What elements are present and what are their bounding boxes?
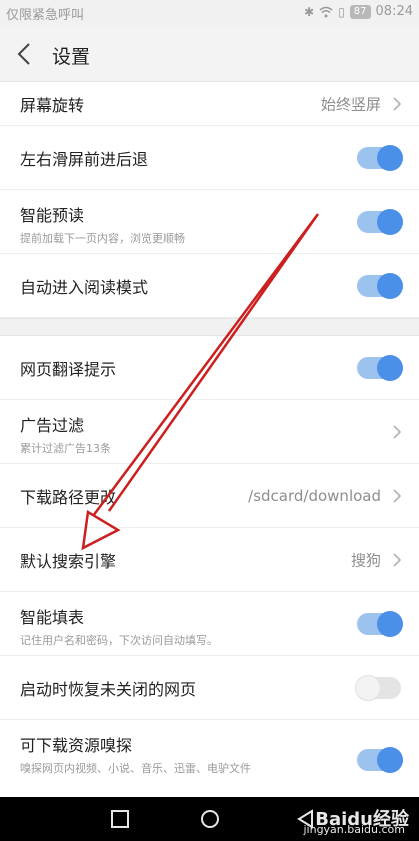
status-bar: 仅限紧急呼叫 ✱ ▯ 87 08:24 [0,0,419,26]
status-time: 08:24 [375,4,413,19]
setting-value: 始终竖屏 [320,95,381,113]
chevron-right-icon [393,96,402,111]
toggle-knob [377,144,403,171]
status-icons: ✱ ▯ 87 08:24 [304,4,413,19]
setting-subtitle: 嗅探网页内视频、小说、音乐、迅雷、电驴文件 [20,762,251,775]
back-button[interactable] [10,39,40,69]
setting-title: 下载路径更改 [20,487,117,507]
toggle-knob [377,354,403,381]
toggle-knob [355,674,381,701]
bluetooth-icon: ✱ [304,4,315,19]
setting-resource-sniff[interactable]: 可下载资源嗅探 嗅探网页内视频、小说、音乐、迅雷、电驴文件 [0,720,419,797]
restore-pages-toggle[interactable] [355,674,401,701]
sim-icon: ▯ [338,4,345,19]
setting-title: 智能填表 [20,608,85,627]
carrier-text: 仅限紧急呼叫 [6,8,85,23]
toggle-knob [377,272,403,299]
swipe-nav-toggle[interactable] [357,144,403,171]
setting-title: 可下载资源嗅探 [20,736,133,755]
setting-translate[interactable]: 网页翻译提示 [0,336,419,400]
translate-toggle[interactable] [357,354,403,381]
app-header: 设置 [0,26,419,82]
setting-subtitle: 记住用户名和密码，下次访问自动填写。 [20,634,218,647]
setting-title: 网页翻译提示 [20,359,117,379]
home-circle-icon[interactable] [200,809,220,829]
system-nav-bar: Baidu经验 jingyan.baidu.com [0,797,419,841]
chevron-right-icon [393,552,402,567]
setting-ad-filter[interactable]: 广告过滤 累计过滤广告13条 [0,400,419,464]
setting-swipe-nav[interactable]: 左右滑屏前进后退 [0,126,419,190]
setting-restore-pages[interactable]: 启动时恢复未关闭的网页 [0,656,419,720]
setting-autofill[interactable]: 智能填表 记住用户名和密码，下次访问自动填写。 [0,592,419,656]
battery-icon: 87 [349,4,371,19]
setting-search-engine[interactable]: 默认搜索引擎 搜狗 [0,528,419,592]
setting-title: 广告过滤 [20,416,85,435]
chevron-right-icon [393,488,402,503]
setting-title: 启动时恢复未关闭的网页 [20,679,197,699]
setting-title: 智能预读 [20,206,85,225]
toggle-knob [377,610,403,637]
setting-subtitle: 提前加载下一页内容，浏览更顺畅 [20,232,185,245]
setting-reader-mode[interactable]: 自动进入阅读模式 [0,254,419,318]
resource-sniff-toggle[interactable] [357,747,403,773]
setting-title: 自动进入阅读模式 [20,277,149,297]
setting-title: 屏幕旋转 [20,95,85,115]
autofill-toggle[interactable] [357,610,403,637]
back-arrow-icon [17,43,30,65]
watermark-url: jingyan.baidu.com [303,823,405,836]
wifi-icon [319,6,333,17]
setting-value: 搜狗 [350,551,381,569]
chevron-right-icon [393,424,402,439]
reader-mode-toggle[interactable] [357,272,403,299]
toggle-knob [377,208,403,235]
section-divider [0,318,419,336]
setting-title: 左右滑屏前进后退 [20,149,149,169]
setting-value: /sdcard/download [248,486,381,505]
setting-download-path[interactable]: 下载路径更改 /sdcard/download [0,464,419,528]
setting-screen-rotation[interactable]: 屏幕旋转 始终竖屏 [0,82,419,126]
recents-square-icon[interactable] [110,809,130,829]
setting-preload[interactable]: 智能预读 提前加载下一页内容，浏览更顺畅 [0,190,419,254]
page-title: 设置 [52,46,91,68]
setting-subtitle: 累计过滤广告13条 [20,442,111,455]
preload-toggle[interactable] [357,208,403,235]
toggle-knob [377,747,403,773]
setting-title: 默认搜索引擎 [20,551,117,571]
